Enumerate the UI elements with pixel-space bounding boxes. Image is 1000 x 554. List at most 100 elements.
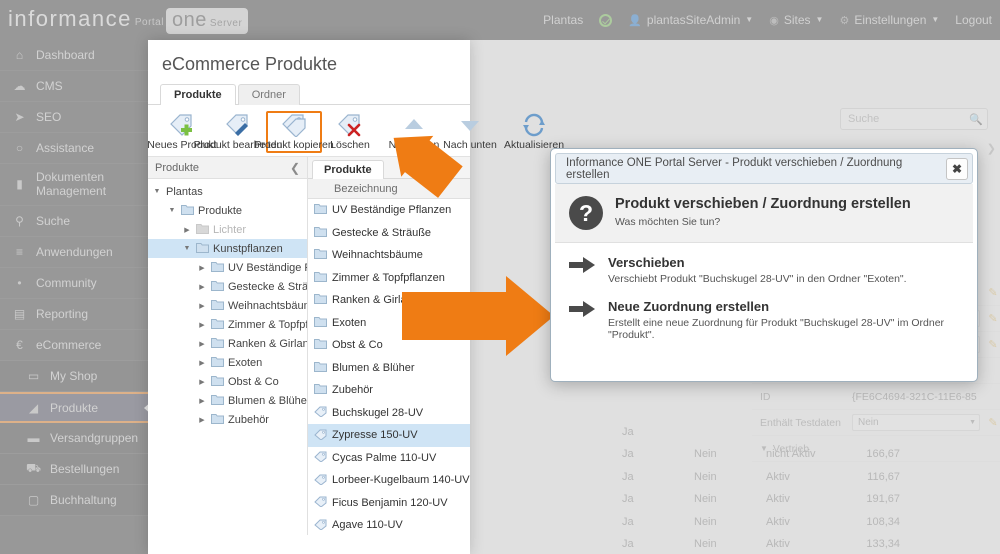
toolbar-button-produkt-kopieren[interactable]: Produkt kopieren (254, 111, 334, 153)
move-product-dialog: Informance ONE Portal Server - Produkt v… (550, 148, 978, 382)
list-item[interactable]: Buchskugel 28-UV (308, 402, 470, 425)
tab-produkte[interactable]: Produkte (312, 160, 384, 179)
topnav-logout[interactable]: Logout (955, 13, 992, 27)
folder-tree-pane: Produkte ❮ ▼ Plantas ▼ Produkte ▶ Lichter ▼ Kun… (148, 157, 308, 535)
column-header-bezeichnung[interactable]: Bezeichnung (308, 183, 470, 195)
section-header[interactable]: ▼ Vertrieb (760, 443, 809, 455)
top-navigation: Plantas 👤 plantasSiteAdmin ▼ ◉ Sites ▼ ⚙… (543, 0, 992, 40)
tree-node-kunstpflanzen[interactable]: ▼ Kunstpflanzen (148, 239, 307, 258)
chevron-down-icon[interactable]: ▼ (152, 188, 162, 195)
sidebar-item-community[interactable]: • Community (0, 268, 152, 299)
tree-node-blumen-blüher[interactable]: ▶ Blumen & Blüher (148, 391, 307, 410)
money-icon: ▢ (27, 493, 40, 507)
list-item[interactable]: Blumen & Blüher (308, 357, 470, 380)
tree-node-produkte[interactable]: ▼ Produkte (148, 201, 307, 220)
tree-node-obst-co[interactable]: ▶ Obst & Co (148, 372, 307, 391)
chevron-right-icon[interactable]: ▶ (182, 226, 192, 234)
chevron-right-icon[interactable]: ▶ (197, 397, 207, 405)
close-icon[interactable]: ✖ (946, 157, 968, 180)
list-item[interactable]: Zubehör (308, 379, 470, 402)
toolbar-button-löschen[interactable]: Löschen (322, 111, 378, 153)
chevron-right-icon[interactable]: ▶ (197, 340, 207, 348)
chevron-left-icon[interactable]: ❮ (290, 161, 300, 175)
sidebar-item-assistance[interactable]: ○ Assistance (0, 133, 152, 164)
tree-node-label: Ranken & Girlanden (228, 337, 307, 350)
chevron-right-icon[interactable]: ▶ (197, 264, 207, 272)
toolbar-button-nach-oben[interactable]: Nach oben (386, 111, 442, 153)
sidebar-item-dashboard[interactable]: ⌂ Dashboard (0, 40, 152, 71)
chevron-right-icon[interactable]: ▶ (197, 416, 207, 424)
tree-node-plantas[interactable]: ▼ Plantas (148, 182, 307, 201)
chevron-right-icon[interactable]: ▶ (197, 283, 207, 291)
list-item[interactable]: Zypresse 150-UV (308, 424, 470, 447)
toolbar-button-aktualisieren[interactable]: Aktualisieren (504, 111, 564, 153)
dialog-option-2[interactable]: Neue Zuordnung erstellen Erstellt eine ne… (569, 299, 961, 341)
dialog-option-1[interactable]: Verschieben Verschiebt Produkt "Buchskuge… (569, 255, 961, 285)
app-logo[interactable]: informance Portal one Server (0, 0, 249, 40)
tree-node-zubehör[interactable]: ▶ Zubehör (148, 410, 307, 429)
list-item[interactable]: Exoten (308, 312, 470, 335)
tree-node-gestecke-sträuße[interactable]: ▶ Gestecke & Sträuße (148, 277, 307, 296)
chevron-right-icon[interactable]: ▶ (197, 378, 207, 386)
topnav-sites-menu[interactable]: ◉ Sites ▼ (769, 13, 823, 27)
sidebar-item-anwendungen[interactable]: ≡ Anwendungen (0, 237, 152, 268)
tree-node-exoten[interactable]: ▶ Exoten (148, 353, 307, 372)
list-item[interactable]: Ranken & Girlanden (308, 289, 470, 312)
list-item[interactable]: Ficus Benjamin 120-UV (308, 492, 470, 515)
sidebar-item-cms[interactable]: ☁ CMS (0, 71, 152, 102)
pencil-edit-icon[interactable]: ✎ (986, 338, 1000, 351)
pencil-edit-icon[interactable]: ✎ (986, 286, 1000, 299)
tree-header: Produkte ❮ (148, 157, 307, 179)
list-item[interactable]: UV Beständige Pflanzen (308, 199, 470, 222)
chevron-right-icon[interactable]: ❯ (987, 142, 996, 155)
sidebar-item-ecommerce[interactable]: € eCommerce (0, 330, 152, 361)
chevron-right-icon[interactable]: ▶ (197, 359, 207, 367)
list-item[interactable]: Agave 110-UV (308, 514, 470, 535)
list-item[interactable]: Gestecke & Sträuße (308, 222, 470, 245)
chevron-right-icon[interactable]: ▶ (197, 321, 207, 329)
list-item[interactable]: Weihnachtsbäume (308, 244, 470, 267)
folder-icon (314, 226, 332, 240)
topnav-user-menu[interactable]: 👤 plantasSiteAdmin ▼ (628, 13, 753, 27)
sidebar-item-bestellungen[interactable]: ⛟ Bestellungen (0, 454, 152, 485)
sidebar-item-seo[interactable]: ➤ SEO (0, 102, 152, 133)
tree-list-split: Produkte ❮ ▼ Plantas ▼ Produkte ▶ Lichter ▼ Kun… (148, 157, 470, 535)
sidebar-item-reporting[interactable]: ▤ Reporting (0, 299, 152, 330)
product-tag-icon (314, 405, 332, 420)
toolbar-button-nach-unten[interactable]: Nach unten (442, 111, 498, 153)
tree-node-zimmer-topfpflanzen[interactable]: ▶ Zimmer & Topfpflanzen (148, 315, 307, 334)
list-item[interactable]: Zimmer & Topfpflanzen (308, 267, 470, 290)
select-input[interactable]: Nein ▼ (852, 414, 980, 431)
chevron-right-icon[interactable]: ▶ (197, 302, 207, 310)
tree-node-lichter[interactable]: ▶ Lichter (148, 220, 307, 239)
list-item[interactable]: Cycas Palme 110-UV (308, 447, 470, 470)
sidebar-item-versandgruppen[interactable]: ▬ Versandgruppen (0, 423, 152, 454)
pencil-edit-icon[interactable]: ✎ (986, 312, 1000, 325)
page-title: eCommerce Produkte (162, 54, 338, 74)
tree-node-weihnachtsbäume[interactable]: ▶ Weihnachtsbäume (148, 296, 307, 315)
pencil-edit-icon[interactable]: ✎ (986, 416, 1000, 429)
dialog-titlebar: Informance ONE Portal Server - Produkt v… (555, 153, 973, 184)
sidebar-item-produkte[interactable]: ◢ Produkte (0, 392, 152, 423)
sidebar-item-buchhaltung[interactable]: ▢ Buchhaltung (0, 485, 152, 516)
chevron-down-icon[interactable]: ▼ (182, 245, 192, 252)
chevron-down-icon[interactable]: ▼ (167, 207, 177, 214)
topnav-settings-menu[interactable]: ⚙ Einstellungen ▼ (839, 13, 939, 27)
tree-node-ranken-girlanden[interactable]: ▶ Ranken & Girlanden (148, 334, 307, 353)
list-item[interactable]: Obst & Co (308, 334, 470, 357)
tree-node-label: Produkte (198, 204, 243, 217)
tab-ordner[interactable]: Ordner (237, 84, 300, 105)
tree-node-label: Zubehör (228, 413, 269, 426)
sidebar-item-suche[interactable]: ⚲ Suche (0, 206, 152, 237)
tab-produkte[interactable]: Produkte (160, 84, 236, 105)
list-item-label: Buchskugel 28-UV (332, 406, 424, 419)
list-item[interactable]: Lorbeer-Kugelbaum 140-UV (308, 469, 470, 492)
sidebar-item-my-shop[interactable]: ▭ My Shop (0, 361, 152, 392)
search-input[interactable]: Suche 🔍 (840, 108, 988, 130)
detail-field-value: {FE6C4694-321C-11E6-85 (852, 390, 977, 403)
cell-verkauf: Ja (622, 493, 634, 506)
arrow-right-icon (569, 255, 595, 278)
tree-node-uv-beständige-pflanzen[interactable]: ▶ UV Beständige Pflanzen (148, 258, 307, 277)
list-item-label: UV Beständige Pflanzen (332, 204, 452, 217)
sidebar-item-dokumenten-management[interactable]: ▮ Dokumenten Management (0, 164, 152, 206)
